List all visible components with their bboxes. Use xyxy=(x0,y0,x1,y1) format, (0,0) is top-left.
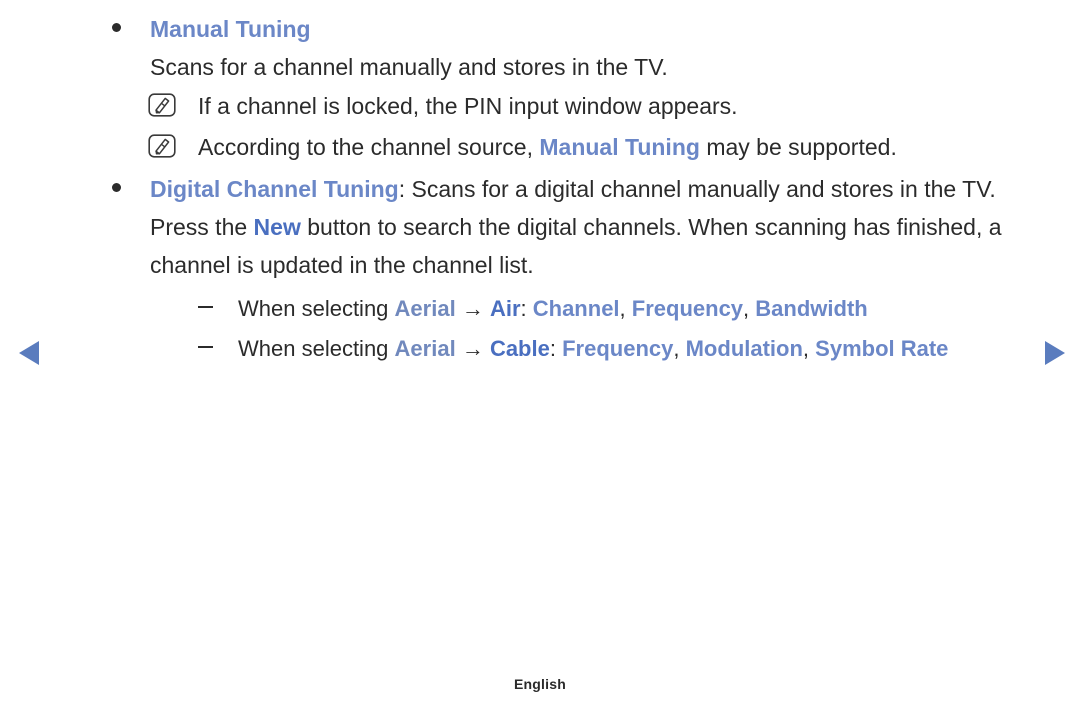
note-2-term[interactable]: Manual Tuning xyxy=(539,134,700,160)
bullet-dot-icon xyxy=(112,183,121,193)
note-text-1: If a channel is locked, the PIN input wi… xyxy=(198,93,738,119)
next-page-button[interactable] xyxy=(1036,336,1070,370)
sub-item-air-body: When selecting Aerial → Air: Channel, Fr… xyxy=(238,290,1020,328)
arrow-right-icon: → xyxy=(461,296,484,321)
page-title[interactable]: Manual Tuning xyxy=(150,16,311,42)
sub-item-cable: When selecting Aerial → Cable: Frequency… xyxy=(0,330,1080,368)
digital-tuning-row: Digital Channel Tuning: Scans for a digi… xyxy=(0,170,1080,284)
sub-1-source[interactable]: Aerial xyxy=(395,296,456,321)
sub-1-prefix: When selecting xyxy=(238,296,395,321)
note-text-2: According to the channel source, Manual … xyxy=(198,127,1020,168)
sub-1-mode[interactable]: Air xyxy=(490,296,521,321)
sub-2-sep-0: , xyxy=(673,336,686,361)
sub-2-sep-1: , xyxy=(802,336,816,361)
dash-icon xyxy=(198,306,213,309)
sub-item-air: When selecting Aerial → Air: Channel, Fr… xyxy=(0,290,1080,328)
bullet-dot-icon xyxy=(112,23,121,33)
digital-tuning-body: Digital Channel Tuning: Scans for a digi… xyxy=(150,170,1020,284)
sub-1-field-1[interactable]: Frequency xyxy=(632,296,743,321)
sub-1-sep-0: , xyxy=(619,296,632,321)
bullet-marker xyxy=(108,10,150,48)
bullet-marker xyxy=(108,170,150,208)
dash-marker xyxy=(198,290,238,328)
note-row-2: According to the channel source, Manual … xyxy=(0,127,1080,168)
dash-marker xyxy=(198,330,238,368)
prev-page-button[interactable] xyxy=(14,336,48,370)
note-2-text-before: According to the channel source, xyxy=(198,134,540,160)
page-content: Manual Tuning Scans for a channel manual… xyxy=(0,0,1080,368)
digital-tuning-term[interactable]: Digital Channel Tuning xyxy=(150,176,399,202)
heading-body: Manual Tuning xyxy=(150,10,1020,48)
sub-2-field-2[interactable]: Symbol Rate xyxy=(815,336,948,361)
sub-2-source[interactable]: Aerial xyxy=(395,336,456,361)
sub-2-field-1[interactable]: Modulation xyxy=(686,336,803,361)
sub-2-prefix: When selecting xyxy=(238,336,395,361)
description-paragraph: Scans for a channel manually and stores … xyxy=(150,54,668,80)
footer-language-label: English xyxy=(514,676,566,692)
dash-icon xyxy=(198,346,213,349)
sub-item-cable-body: When selecting Aerial → Cable: Frequency… xyxy=(238,330,1020,368)
sub-1-field-2[interactable]: Bandwidth xyxy=(755,296,867,321)
note-pencil-icon xyxy=(148,93,176,117)
heading-row: Manual Tuning xyxy=(0,10,1080,48)
new-button-term[interactable]: New xyxy=(254,214,301,240)
digital-tuning-line1: Scans for a digital channel manually and… xyxy=(405,176,894,202)
sub-1-sep-1: , xyxy=(743,296,756,321)
note-pencil-icon xyxy=(148,134,176,158)
sub-2-field-0[interactable]: Frequency xyxy=(562,336,673,361)
note-icon-cell-1 xyxy=(148,86,198,117)
sub-1-field-0[interactable]: Channel xyxy=(533,296,620,321)
triangle-right-icon xyxy=(1045,341,1065,365)
sub-1-colon: : xyxy=(520,296,527,321)
arrow-right-icon: → xyxy=(461,336,484,361)
sub-2-mode[interactable]: Cable xyxy=(490,336,550,361)
digital-tuning-line2-after: button to search the digital channels. W… xyxy=(300,214,749,240)
triangle-left-icon xyxy=(19,341,39,365)
note-icon-cell-2 xyxy=(148,127,198,158)
note-2-text-after: may be supported. xyxy=(699,134,897,160)
note-row-1: If a channel is locked, the PIN input wi… xyxy=(0,86,1080,127)
